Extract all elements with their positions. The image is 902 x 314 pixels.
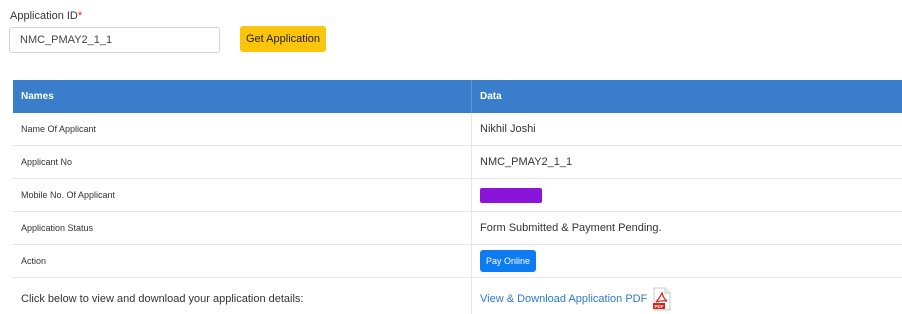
application-page: Application ID* Get Application Names Da…: [0, 0, 902, 314]
svg-text:PDF: PDF: [655, 304, 664, 309]
view-download-pdf-link[interactable]: View & Download Application PDF PDF: [480, 287, 672, 311]
table-row: Action Pay Online: [13, 244, 902, 278]
applicant-no-value: NMC_PMAY2_1_1: [471, 145, 902, 179]
column-header-names: Names: [13, 80, 472, 113]
applicant-name-value: Nikhil Joshi: [471, 113, 902, 146]
row-label-application-status: Application Status: [13, 211, 472, 245]
table-row: Name Of Applicant Nikhil Joshi: [13, 113, 902, 146]
application-id-input[interactable]: [9, 27, 220, 53]
view-download-pdf-link-text: View & Download Application PDF: [480, 293, 648, 305]
row-label-applicant-no: Applicant No: [13, 145, 472, 179]
application-id-label: Application ID*: [10, 10, 82, 22]
row-label-mobile-no: Mobile No. Of Applicant: [13, 178, 472, 212]
get-application-button[interactable]: Get Application: [240, 26, 326, 52]
mobile-no-cell: 9420022456: [471, 178, 902, 212]
required-mark: *: [77, 10, 83, 22]
row-label-action: Action: [13, 244, 472, 278]
mobile-no-redacted-value: 9420022456: [480, 187, 542, 203]
application-id-label-text: Application ID: [10, 10, 78, 22]
action-cell: Pay Online: [471, 244, 902, 278]
table-row: Click below to view and download your ap…: [13, 277, 902, 314]
column-header-data: Data: [471, 80, 902, 113]
pdf-file-icon[interactable]: PDF: [652, 287, 672, 311]
row-label-download-details: Click below to view and download your ap…: [13, 277, 472, 314]
application-details-table: Names Data Name Of Applicant Nikhil Josh…: [13, 80, 902, 314]
table-row: Applicant No NMC_PMAY2_1_1: [13, 145, 902, 179]
row-label-name-of-applicant: Name Of Applicant: [13, 113, 472, 146]
pay-online-button[interactable]: Pay Online: [480, 250, 537, 272]
table-row: Mobile No. Of Applicant 9420022456: [13, 178, 902, 212]
table-row: Application Status Form Submitted & Paym…: [13, 211, 902, 245]
table-header-row: Names Data: [13, 80, 902, 113]
application-status-value: Form Submitted & Payment Pending.: [471, 211, 902, 245]
download-cell: View & Download Application PDF PDF: [472, 278, 902, 314]
